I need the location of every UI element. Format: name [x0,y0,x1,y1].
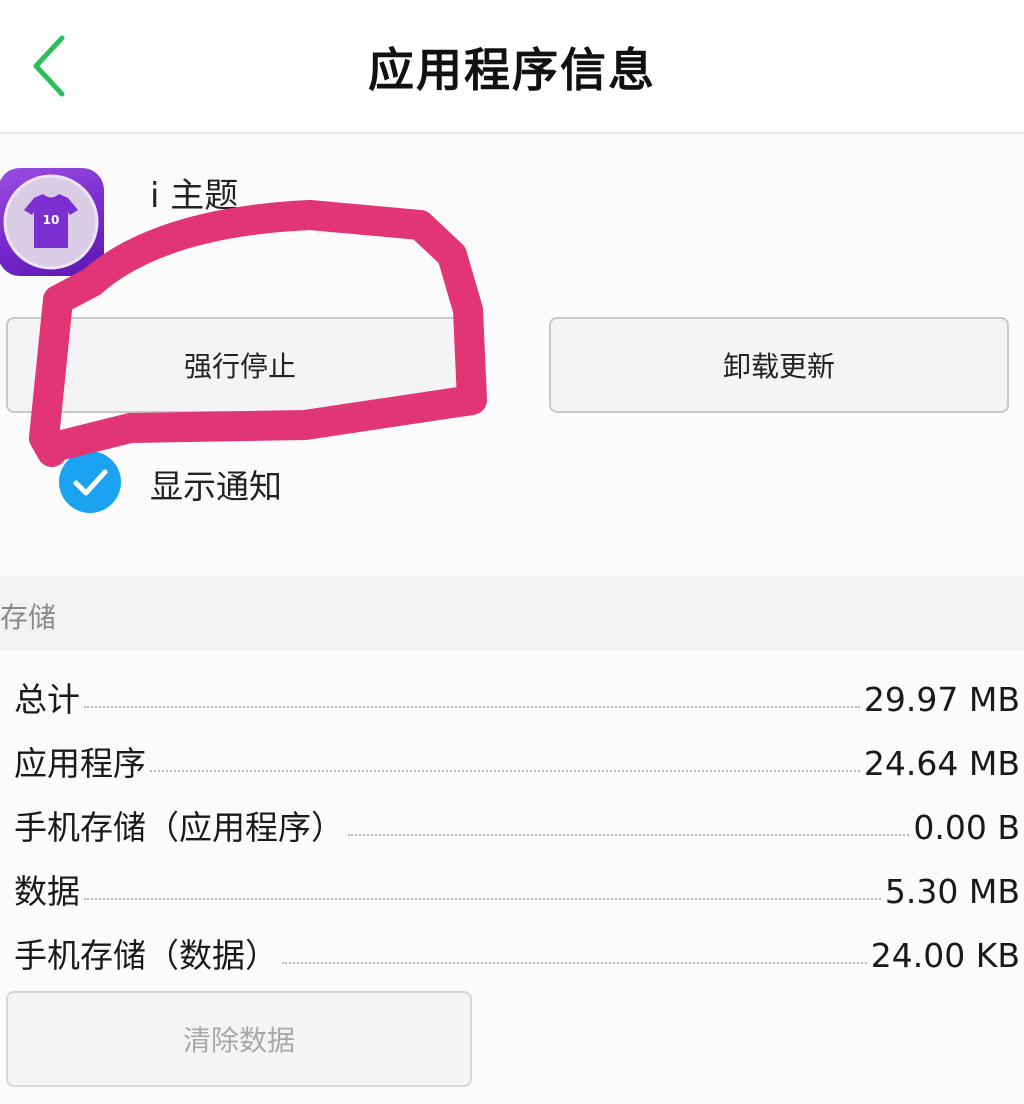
storage-section-title: 存储 [0,601,57,634]
checkmark-icon [59,451,121,513]
uninstall-updates-button[interactable]: 卸载更新 [549,317,1009,413]
app-name: i 主题 [150,176,239,216]
svg-text:10: 10 [43,213,60,227]
row-leader [84,706,860,708]
row-leader [84,898,881,900]
row-value: 24.00 KB [870,936,1020,975]
page-title: 应用程序信息 [368,43,656,97]
row-value: 24.64 MB [863,744,1020,783]
row-leader [150,770,860,772]
storage-row-total: 总计 29.97 MB [14,666,1020,716]
row-leader [348,834,910,836]
tshirt-icon: 10 [3,174,99,270]
storage-row-phone-data: 手机存储（数据） 24.00 KB [14,922,1020,972]
row-value: 29.97 MB [863,680,1020,719]
storage-row-data: 数据 5.30 MB [14,858,1020,908]
show-notification-checkbox[interactable] [58,450,122,514]
storage-section-header: 存储 [0,576,1024,650]
clear-data-button[interactable]: 清除数据 [6,991,472,1087]
storage-row-phone-app: 手机存储（应用程序） 0.00 B [14,794,1020,844]
row-label: 手机存储（应用程序） [14,808,344,847]
row-leader [282,962,867,964]
app-icon: 10 [0,168,104,276]
row-value: 0.00 B [913,808,1020,847]
row-label: 总计 [14,680,80,719]
force-stop-button[interactable]: 强行停止 [6,317,474,413]
row-label: 手机存储（数据） [14,936,278,975]
row-value: 5.30 MB [884,872,1020,911]
row-label: 应用程序 [14,744,146,783]
top-bar: 应用程序信息 [0,0,1024,134]
storage-row-app: 应用程序 24.64 MB [14,730,1020,780]
show-notification-label: 显示通知 [150,467,282,506]
row-label: 数据 [14,872,80,911]
